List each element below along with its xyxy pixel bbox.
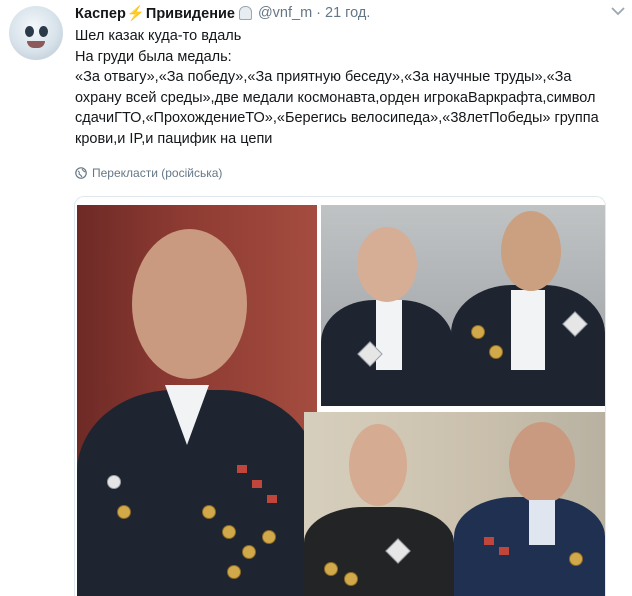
photo-medal [222, 525, 236, 539]
photo-medal [227, 565, 241, 579]
tweet-line: крови,и IP,и пацифик на цепи [75, 130, 273, 147]
photo-ribbon [252, 480, 262, 488]
photo-medal [324, 562, 338, 576]
photo-figure-head [509, 422, 575, 504]
photo-ribbon [267, 495, 277, 503]
photo-figure-head [357, 227, 417, 302]
avatar-eye-right [39, 26, 48, 37]
photo-medal [202, 505, 216, 519]
tweet-line: охрану всей среды»,две медали космонавта… [75, 89, 596, 106]
photo-medal [242, 545, 256, 559]
photo-medal [117, 505, 131, 519]
photo-two-men-lower[interactable] [304, 412, 605, 596]
photo-two-men[interactable] [321, 205, 605, 406]
photo-medal [107, 475, 121, 489]
photo-figure-head [349, 424, 407, 506]
photo-figure-head [501, 211, 561, 291]
avatar[interactable] [9, 6, 63, 60]
avatar-mouth [27, 41, 45, 48]
chevron-down-icon[interactable] [610, 4, 626, 18]
author-name-part2: Привидение [145, 5, 235, 22]
photo-figure-coat [304, 507, 454, 596]
photo-man-with-medals[interactable] [77, 205, 317, 596]
photo-medal [569, 552, 583, 566]
translate-link[interactable]: Перекласти (російська) [75, 166, 222, 180]
tweet-timestamp[interactable]: 21 год. [325, 5, 370, 21]
author-name-part1: Каспер [75, 5, 126, 22]
avatar-eye-left [25, 26, 34, 37]
media-collage[interactable] [74, 196, 606, 596]
photo-medal [471, 325, 485, 339]
tweet-line: Шел казак куда-то вдаль [75, 28, 242, 44]
photo-medal [489, 345, 503, 359]
author-name[interactable]: Каспер⚡Привидение [75, 5, 235, 22]
tweet-header: Каспер⚡Привидение @vnf_m · 21 год. [75, 4, 370, 22]
photo-figure-head [132, 229, 247, 379]
photo-medal [262, 530, 276, 544]
translate-label: Перекласти (російська) [92, 166, 223, 180]
lightning-icon: ⚡ [126, 5, 145, 22]
photo-figure-shirt [529, 500, 555, 545]
tweet-line: «За отвагу»,«За победу»,«За приятную бес… [75, 69, 572, 85]
photo-figure-shirt [511, 290, 545, 370]
tweet-text: Шел казак куда-то вдаль На груди была ме… [75, 26, 627, 149]
ghost-emoji-icon [238, 6, 252, 20]
tweet: Каспер⚡Привидение @vnf_m · 21 год. Шел к… [0, 0, 632, 596]
photo-ribbon [237, 465, 247, 473]
tweet-line: На груди была медаль: [75, 48, 232, 65]
globe-icon [75, 167, 87, 179]
photo-ribbon [499, 547, 509, 555]
tweet-line: сдачиГТО,«ПрохождениеТО»,«Берегись велос… [75, 110, 599, 126]
author-handle[interactable]: @vnf_m [258, 5, 312, 21]
photo-ribbon [484, 537, 494, 545]
photo-figure-shirt [376, 300, 402, 370]
separator-dot: · [316, 5, 321, 21]
photo-figure-coat [77, 390, 317, 596]
photo-medal [344, 572, 358, 586]
